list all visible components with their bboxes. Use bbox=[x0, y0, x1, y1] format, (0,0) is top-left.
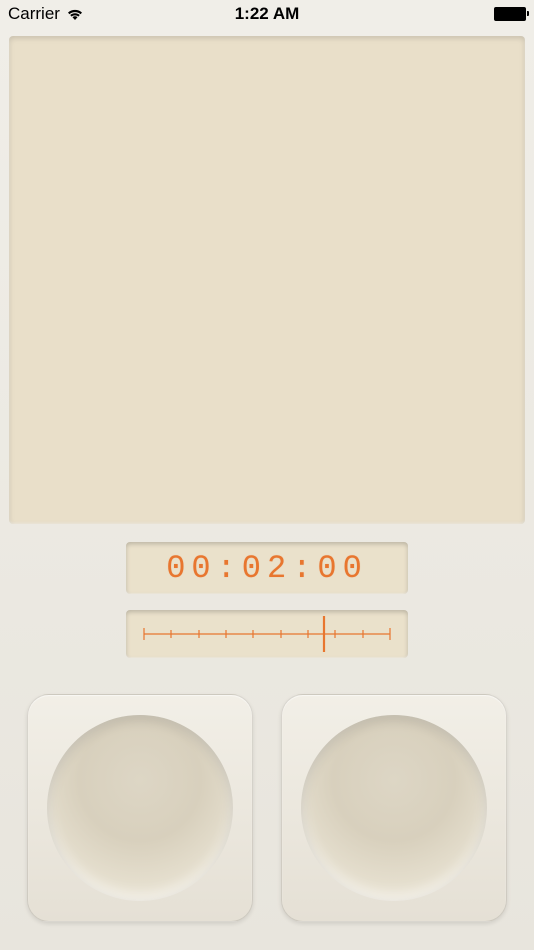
timer-display-panel: 00:02:00 bbox=[126, 542, 408, 594]
status-left: Carrier bbox=[8, 4, 84, 24]
right-dial-button[interactable] bbox=[281, 694, 507, 922]
left-dial-knob[interactable] bbox=[47, 715, 233, 901]
status-bar: Carrier 1:22 AM bbox=[0, 0, 534, 28]
dial-button-row bbox=[0, 694, 534, 922]
progress-scale-panel[interactable] bbox=[126, 610, 408, 658]
status-right bbox=[494, 7, 526, 21]
carrier-label: Carrier bbox=[8, 4, 60, 24]
right-dial-knob[interactable] bbox=[301, 715, 487, 901]
image-display-panel bbox=[9, 36, 525, 524]
battery-icon bbox=[494, 7, 526, 21]
left-dial-button[interactable] bbox=[27, 694, 253, 922]
scale-ruler bbox=[126, 610, 408, 658]
timer-value: 00:02:00 bbox=[166, 550, 368, 587]
wifi-icon bbox=[66, 7, 84, 21]
status-time: 1:22 AM bbox=[235, 4, 300, 24]
